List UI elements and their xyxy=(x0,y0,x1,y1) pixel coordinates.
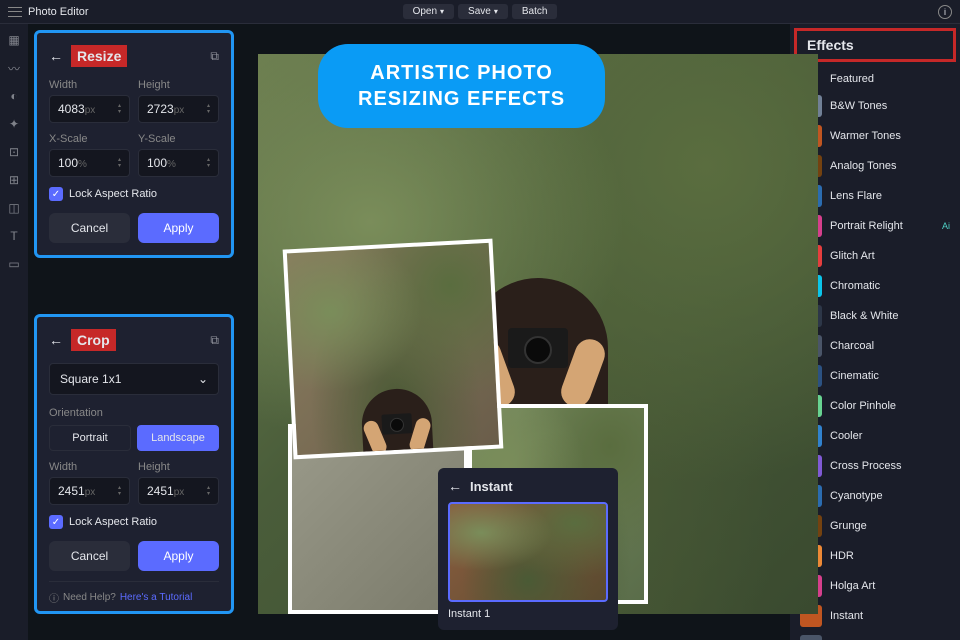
yscale-label: Y-Scale xyxy=(138,133,219,145)
ai-badge: Ai xyxy=(942,221,950,231)
batch-button[interactable]: Batch xyxy=(512,4,558,19)
tool-icon[interactable]: ◐ xyxy=(6,88,22,104)
back-arrow-icon[interactable]: ← xyxy=(448,478,462,494)
effect-label: Glitch Art xyxy=(830,250,875,262)
help-text: Need Help? xyxy=(63,592,116,603)
effect-label: Featured xyxy=(830,73,874,85)
apply-button[interactable]: Apply xyxy=(138,213,219,243)
effect-label: Holga Art xyxy=(830,580,875,592)
effect-label: Black & White xyxy=(830,310,898,322)
effect-label: HDR xyxy=(830,550,854,562)
tutorial-link[interactable]: Here's a Tutorial xyxy=(120,592,193,603)
effect-label: Lens Flare xyxy=(830,190,882,202)
tool-icon[interactable]: ▭ xyxy=(6,256,22,272)
lock-aspect-label: Lock Aspect Ratio xyxy=(69,516,157,528)
instant-preview-label: Instant 1 xyxy=(448,608,608,620)
effect-label: Cinematic xyxy=(830,370,879,382)
effect-label: Warmer Tones xyxy=(830,130,901,142)
topbar: Photo Editor Open▾ Save▾ Batch i xyxy=(0,0,960,24)
effect-label: Analog Tones xyxy=(830,160,896,172)
xscale-input[interactable]: 100%▴▾ xyxy=(49,149,130,177)
apply-button[interactable]: Apply xyxy=(138,541,219,571)
info-icon[interactable]: i xyxy=(938,5,952,19)
spinner-icon[interactable]: ▴▾ xyxy=(118,485,121,497)
chevron-down-icon: ▾ xyxy=(440,7,444,16)
tool-icon[interactable]: ✦ xyxy=(6,116,22,132)
effects-header: Effects xyxy=(794,28,956,62)
save-button[interactable]: Save▾ xyxy=(458,4,508,19)
spinner-icon[interactable]: ▴▾ xyxy=(207,157,210,169)
back-arrow-icon[interactable]: ← xyxy=(49,332,63,348)
crop-height-input[interactable]: 2451px▴▾ xyxy=(138,477,219,505)
app-title: Photo Editor xyxy=(28,6,89,18)
effect-label: Cross Process xyxy=(830,460,902,472)
back-arrow-icon[interactable]: ← xyxy=(49,48,63,64)
open-button[interactable]: Open▾ xyxy=(403,4,454,19)
orientation-label: Orientation xyxy=(49,407,219,419)
lock-aspect-checkbox[interactable]: ✓ xyxy=(49,515,63,529)
spinner-icon[interactable]: ▴▾ xyxy=(207,103,210,115)
tool-icon[interactable]: ▦ xyxy=(6,32,22,48)
height-label: Height xyxy=(138,79,219,91)
spinner-icon[interactable]: ▴▾ xyxy=(118,103,121,115)
landscape-button[interactable]: Landscape xyxy=(137,425,219,451)
tool-icon[interactable]: ⊞ xyxy=(6,172,22,188)
tool-icon[interactable]: 〰 xyxy=(6,60,22,76)
lock-aspect-checkbox[interactable]: ✓ xyxy=(49,187,63,201)
effect-label: Chromatic xyxy=(830,280,880,292)
tool-icon[interactable]: ⊡ xyxy=(6,144,22,160)
portrait-button[interactable]: Portrait xyxy=(49,425,131,451)
effect-label: Portrait Relight xyxy=(830,220,903,232)
instant-title: Instant xyxy=(470,479,513,494)
instant-panel: ← Instant Instant 1 xyxy=(438,468,618,630)
tool-icon[interactable]: ◫ xyxy=(6,200,22,216)
effect-label: Instant xyxy=(830,610,863,622)
effect-item[interactable]: Line Artopia xyxy=(790,631,960,640)
resize-title: Resize xyxy=(71,45,127,67)
info-icon: ⓘ xyxy=(49,590,59,605)
lock-aspect-label: Lock Aspect Ratio xyxy=(69,188,157,200)
cancel-button[interactable]: Cancel xyxy=(49,541,130,571)
copy-icon[interactable]: ⧉ xyxy=(210,333,219,348)
effect-label: Color Pinhole xyxy=(830,400,896,412)
aspect-ratio-select[interactable]: Square 1x1 ⌄ xyxy=(49,363,219,395)
effect-label: Cyanotype xyxy=(830,490,883,502)
chevron-down-icon: ⌄ xyxy=(198,372,208,386)
width-label: Width xyxy=(49,461,130,473)
resize-panel: ← Resize ⧉ Width 4083px▴▾ Height 2723px▴… xyxy=(34,30,234,258)
effect-label: Grunge xyxy=(830,520,867,532)
chevron-down-icon: ▾ xyxy=(494,7,498,16)
cancel-button[interactable]: Cancel xyxy=(49,213,130,243)
xscale-label: X-Scale xyxy=(49,133,130,145)
effect-label: Cooler xyxy=(830,430,862,442)
copy-icon[interactable]: ⧉ xyxy=(210,49,219,64)
crop-title: Crop xyxy=(71,329,116,351)
left-toolbar: ▦ 〰 ◐ ✦ ⊡ ⊞ ◫ T ▭ xyxy=(0,24,28,640)
crop-panel: ← Crop ⧉ Square 1x1 ⌄ Orientation Portra… xyxy=(34,314,234,614)
spinner-icon[interactable]: ▴▾ xyxy=(207,485,210,497)
photo-thumbnail[interactable] xyxy=(283,239,504,460)
canvas-area: ARTISTIC PHOTO RESIZING EFFECTS ← Resize… xyxy=(28,24,790,640)
width-label: Width xyxy=(49,79,130,91)
height-label: Height xyxy=(138,461,219,473)
effect-label: B&W Tones xyxy=(830,100,887,112)
height-input[interactable]: 2723px▴▾ xyxy=(138,95,219,123)
width-input[interactable]: 4083px▴▾ xyxy=(49,95,130,123)
effect-swatch xyxy=(800,635,822,640)
instant-preview[interactable] xyxy=(448,502,608,602)
crop-width-input[interactable]: 2451px▴▾ xyxy=(49,477,130,505)
yscale-input[interactable]: 100%▴▾ xyxy=(138,149,219,177)
tool-icon[interactable]: T xyxy=(6,228,22,244)
spinner-icon[interactable]: ▴▾ xyxy=(118,157,121,169)
effect-label: Charcoal xyxy=(830,340,874,352)
banner: ARTISTIC PHOTO RESIZING EFFECTS xyxy=(318,44,605,128)
menu-icon[interactable] xyxy=(8,7,22,17)
